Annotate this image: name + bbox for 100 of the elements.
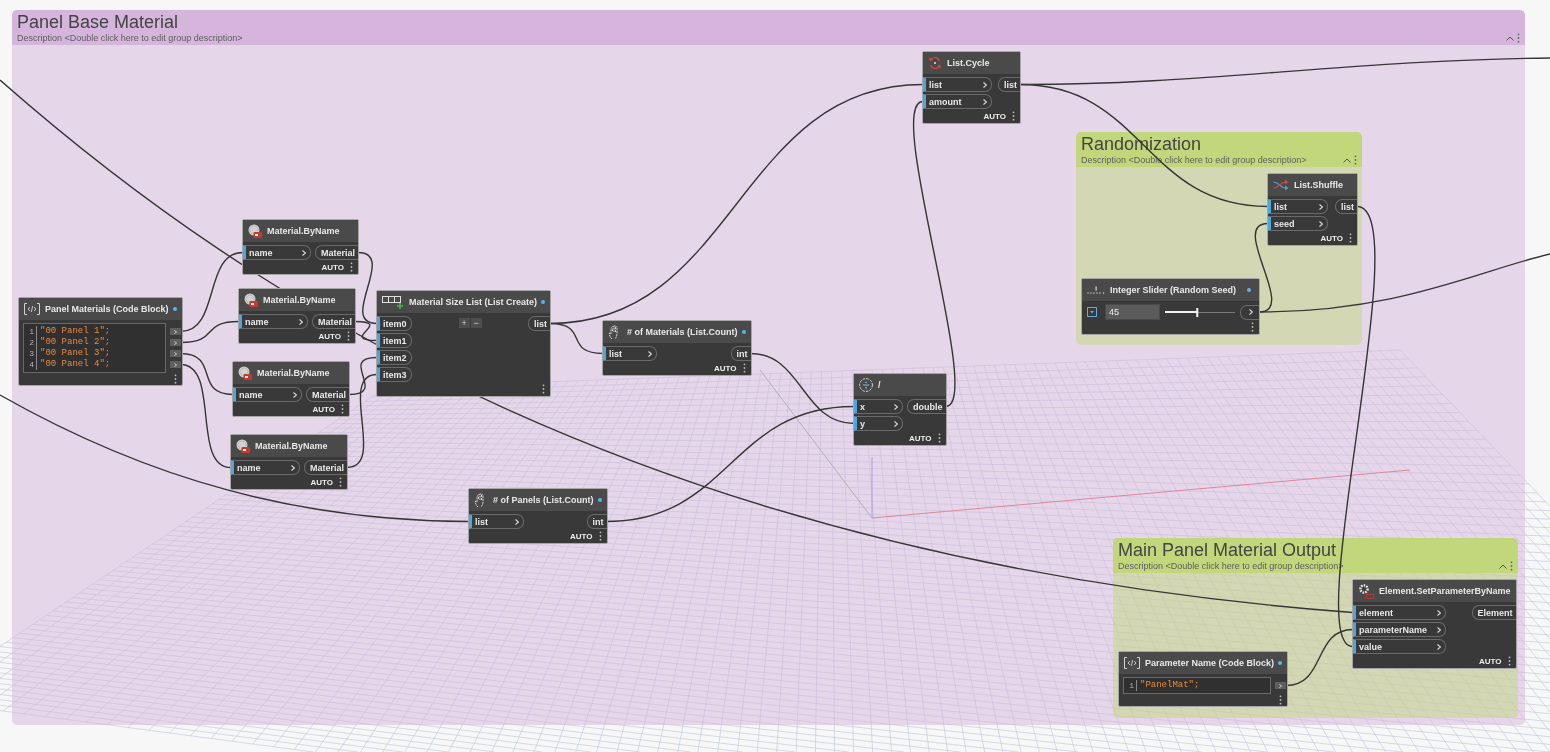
input-port[interactable]: value (1353, 639, 1446, 654)
slider-icon (1087, 286, 1105, 294)
input-port[interactable]: parameterName (1353, 622, 1446, 637)
graph-node[interactable]: Integer Slider (Random Seed) 45 (1081, 278, 1260, 335)
input-port[interactable]: element (1353, 605, 1446, 620)
graph-node[interactable]: Material.ByName name Material AUTO (238, 288, 356, 344)
node-title: / (878, 379, 881, 391)
output-port[interactable] (1240, 304, 1259, 320)
more-icon[interactable] (598, 531, 602, 541)
graph-node[interactable]: Material.ByName name Material AUTO (232, 361, 350, 417)
output-port[interactable]: Material (312, 314, 355, 329)
input-port[interactable]: name (231, 460, 300, 475)
more-icon[interactable] (1349, 233, 1352, 243)
code-editor[interactable]: 1 "PanelMat"; (1123, 677, 1272, 694)
input-port[interactable]: name (233, 387, 302, 402)
more-icon[interactable] (350, 262, 353, 272)
input-port[interactable]: name (239, 314, 308, 329)
input-port[interactable]: amount (923, 94, 992, 109)
graph-node[interactable]: List.Shuffle list seed list AUTO (1267, 173, 1358, 246)
input-port[interactable]: seed (1268, 216, 1328, 231)
add-button[interactable]: + (458, 318, 470, 328)
more-icon[interactable] (1507, 656, 1511, 666)
more-icon[interactable] (542, 384, 546, 394)
value-field[interactable]: 45 (1105, 304, 1160, 320)
more-icon[interactable] (937, 433, 941, 443)
dropdown-icon[interactable] (1087, 307, 1097, 317)
more-icon[interactable] (1354, 155, 1357, 165)
input-port[interactable]: item3 (377, 367, 412, 382)
graph-node[interactable]: # of Panels (List.Count) list int AUTO (468, 488, 608, 544)
output-port[interactable] (169, 339, 181, 346)
graph-node[interactable]: Material.ByName name Material AUTO (242, 219, 359, 275)
lacing-label[interactable]: AUTO (983, 111, 1006, 121)
graph-node[interactable]: Material Size List (List Create) item0 item1 item2 item3 + − list (376, 290, 552, 397)
more-icon[interactable] (1517, 33, 1520, 43)
code-line: "00 Panel 2"; (39, 337, 111, 348)
output-port[interactable] (169, 328, 181, 335)
lacing-label[interactable]: AUTO (1320, 233, 1343, 243)
lacing-label[interactable]: AUTO (310, 477, 333, 487)
output-port[interactable] (169, 361, 181, 368)
output-port[interactable]: int (730, 346, 751, 361)
more-icon[interactable] (1251, 322, 1254, 332)
node-title: Integer Slider (Random Seed) (1110, 284, 1237, 296)
more-icon[interactable] (347, 331, 350, 341)
output-port[interactable] (169, 350, 181, 357)
lacing-label[interactable]: AUTO (1479, 656, 1502, 666)
graph-node[interactable]: Parameter Name (Code Block) 1 "PanelMat"; (1118, 651, 1289, 707)
output-port[interactable]: list (528, 316, 551, 331)
output-port[interactable]: list (998, 77, 1020, 92)
input-port[interactable]: list (603, 346, 657, 361)
lacing-label[interactable]: AUTO (312, 404, 335, 414)
output-port[interactable]: double (907, 399, 946, 414)
output-port[interactable]: list (1335, 199, 1357, 214)
graph-node[interactable]: # of Materials (List.Count) list int AUTO (602, 320, 752, 376)
input-port[interactable]: item1 (377, 333, 412, 348)
output-port[interactable] (1275, 682, 1287, 689)
more-icon[interactable] (1279, 695, 1283, 705)
input-port[interactable]: name (243, 245, 311, 260)
chevron-icon (983, 98, 987, 105)
chevron-icon (173, 340, 177, 345)
lacing-label[interactable]: AUTO (570, 531, 593, 541)
output-port[interactable]: Material (315, 245, 358, 260)
graph-node[interactable]: List.Cycle list amount list AUTO (922, 51, 1021, 124)
more-icon[interactable] (173, 374, 177, 384)
code-line: "00 Panel 1"; (39, 326, 111, 337)
input-port[interactable]: item0 (377, 316, 412, 331)
lacing-label[interactable]: AUTO (714, 363, 737, 373)
caret-up-icon[interactable] (1343, 157, 1351, 163)
chevron-icon (293, 391, 297, 398)
more-icon[interactable] (341, 404, 344, 414)
line-number: 1 (1124, 680, 1137, 691)
more-icon[interactable] (742, 363, 746, 373)
more-icon[interactable] (339, 477, 342, 487)
chevron-icon (173, 351, 177, 356)
group-description[interactable]: Description <Double click here to edit group description> (17, 33, 243, 43)
lacing-label[interactable]: AUTO (321, 262, 344, 272)
output-port[interactable]: int (586, 514, 607, 529)
input-port[interactable]: y (854, 416, 903, 431)
code-editor[interactable]: 1 "00 Panel 1"; 2 "00 Panel 2"; 3 "00 Panel 3"; 4 "00 Panel 4"; (23, 323, 166, 373)
more-icon[interactable] (1012, 111, 1015, 121)
lacing-label[interactable]: AUTO (318, 331, 341, 341)
input-port[interactable]: list (923, 77, 992, 92)
more-icon[interactable] (1510, 561, 1513, 571)
remove-button[interactable]: − (470, 318, 482, 328)
line-number: 2 (24, 337, 37, 348)
caret-up-icon[interactable] (1499, 563, 1507, 569)
chevron-icon (1437, 626, 1441, 633)
node-title: Material.ByName (255, 440, 328, 452)
graph-node[interactable]: Element.SetParameterByName element parameterName value Element AUTO (1352, 579, 1517, 669)
output-port[interactable]: Element (1471, 605, 1516, 620)
input-port[interactable]: list (469, 514, 524, 529)
input-port[interactable]: item2 (377, 350, 412, 365)
output-port[interactable]: Material (306, 387, 349, 402)
input-port[interactable]: list (1268, 199, 1328, 214)
output-port[interactable]: Material (304, 460, 347, 475)
lacing-label[interactable]: AUTO (908, 433, 932, 443)
graph-node[interactable]: Material.ByName name Material AUTO (230, 434, 348, 490)
input-port[interactable]: x (854, 399, 903, 414)
graph-node[interactable]: / x y double AUTO (853, 373, 947, 446)
caret-up-icon[interactable] (1506, 35, 1514, 41)
graph-node[interactable]: Panel Materials (Code Block) 1 "00 Panel 1"; 2 "00 Panel 2"; 3 "00 Panel 3"; 4 "00 Panel 4"; (18, 297, 183, 386)
